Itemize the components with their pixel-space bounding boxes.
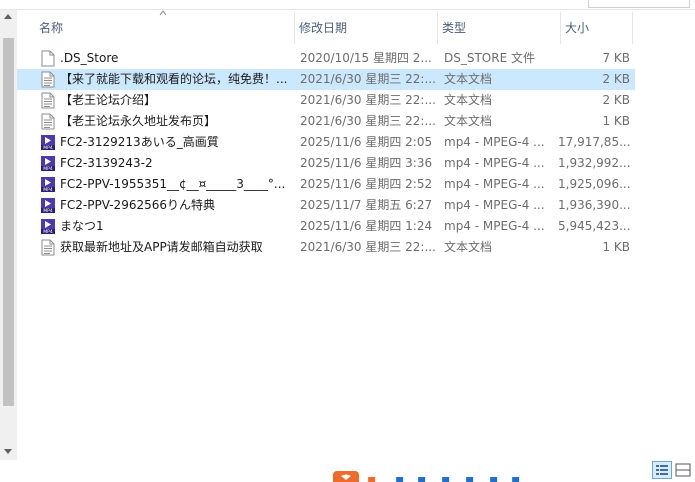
svg-text:▪: ▪ [367,472,377,482]
file-row[interactable]: 【老王论坛永久地址发布页】 2021/6/30 星期三 22:... 文本文档 1 K… [17,111,635,132]
vertical-scrollbar[interactable] [0,10,17,460]
file-type: 文本文档 [444,114,493,128]
address-bar-fragment[interactable] [30,0,550,3]
file-type: mp4 - MPEG-4 ... [444,198,545,212]
file-date: 2021/6/30 星期三 22:... [300,72,436,86]
file-name: 【来了就能下载和观看的论坛，纯免费！... [60,72,288,86]
file-size: 1 KB [602,240,630,254]
scroll-up-arrow-icon[interactable] [4,14,12,19]
file-type: mp4 - MPEG-4 ... [444,135,545,149]
file-name: FC2-PPV-2962566りん特典 [60,198,215,212]
file-date: 2025/11/7 星期五 6:27 [300,198,433,212]
svg-text:MP4: MP4 [43,229,53,235]
file-row[interactable]: .DS_Store 2020/10/15 星期四 2... DS_STORE 文件 7… [17,48,635,69]
file-type: mp4 - MPEG-4 ... [444,177,545,191]
file-date: 2025/11/6 星期四 2:52 [300,177,433,191]
file-row[interactable]: MP4 FC2-PPV-2962566りん特典 2025/11/7 星期五 6:27… [17,195,635,216]
svg-text:MP4: MP4 [43,187,53,193]
file-name: FC2-3129213あいる_高画質 [60,135,219,149]
details-view-icon [656,465,668,475]
svg-text:MP4: MP4 [43,145,53,151]
file-size: 1 KB [602,114,630,128]
file-row[interactable]: MP4 まなつ1 2025/11/6 星期四 1:24 mp4 - MPEG-4 ..… [17,216,635,237]
column-header-name[interactable]: 名称 [35,12,295,44]
scrollbar-thumb[interactable] [3,38,14,406]
column-header-type-label: 类型 [442,21,467,35]
file-type: 文本文档 [444,240,493,254]
top-toolbar-strip [0,0,695,10]
file-date: 2025/11/6 星期四 2:05 [300,135,433,149]
file-size: 1,932,992... [558,156,630,170]
file-date: 2025/11/6 星期四 3:36 [300,156,433,170]
file-name: FC2-PPV-1955351__¢__¤_____3____°... [60,177,286,191]
svg-text:▪: ▪ [417,472,427,482]
file-type: DS_STORE 文件 [444,51,535,65]
file-size: 17,917,85... [558,135,630,149]
mp4-file-icon: MP4 [40,197,56,214]
mp4-file-icon: MP4 [40,134,56,151]
file-name: 【老王论坛介绍】 [60,93,157,107]
file-row[interactable]: MP4 FC2-3129213あいる_高画質 2025/11/6 星期四 2:05 m… [17,132,635,153]
mp4-file-icon: MP4 [40,155,56,172]
file-row[interactable]: 【老王论坛介绍】 2021/6/30 星期三 22:... 文本文档 2 KB [17,90,635,111]
file-type: 文本文档 [444,72,493,86]
scroll-down-arrow-icon[interactable] [4,449,12,454]
text-file-icon [40,71,56,88]
file-date: 2021/6/30 星期三 22:... [300,114,436,128]
blank-file-icon [40,50,56,67]
svg-text:▪: ▪ [489,472,499,482]
file-size: 5,945,423... [558,219,630,233]
file-size: 2 KB [602,72,630,86]
svg-text:▪: ▪ [511,472,521,482]
svg-text:▪: ▪ [441,472,451,482]
watermark-logo: ▪ ▪ ▪ ▪ ▪ ▪ ▪ [333,468,533,482]
text-file-icon [40,113,56,130]
file-row[interactable]: 【来了就能下载和观看的论坛，纯免费！... 2021/6/30 星期三 22:..… [17,69,635,90]
file-size: 7 KB [602,51,630,65]
large-icons-view-icon [675,463,691,477]
file-size: 1,925,096... [558,177,630,191]
file-name: FC2-3139243-2 [60,156,153,170]
file-type: 文本文档 [444,93,493,107]
file-type: mp4 - MPEG-4 ... [444,219,545,233]
file-date: 2021/6/30 星期三 22:... [300,93,436,107]
file-row[interactable]: MP4 FC2-3139243-2 2025/11/6 星期四 3:36 mp4 - … [17,153,635,174]
svg-text:▪: ▪ [395,472,405,482]
text-file-icon [40,92,56,109]
svg-text:▪: ▪ [465,472,475,482]
file-name: まなつ1 [60,219,104,233]
file-name: 【老王论坛永久地址发布页】 [60,114,217,128]
large-icons-view-button[interactable] [673,461,693,479]
svg-text:MP4: MP4 [43,208,53,214]
text-file-icon [40,239,56,256]
file-size: 2 KB [602,93,630,107]
file-date: 2020/10/15 星期四 2... [300,51,432,65]
file-date: 2021/6/30 星期三 22:... [300,240,436,254]
details-view-button[interactable] [652,461,672,479]
svg-text:MP4: MP4 [43,166,53,172]
search-box-fragment[interactable] [588,0,690,8]
column-header-size[interactable]: 大小 [561,12,633,44]
mp4-file-icon: MP4 [40,218,56,235]
file-type: mp4 - MPEG-4 ... [444,156,545,170]
file-date: 2025/11/6 星期四 1:24 [300,219,433,233]
file-size: 1,936,390... [558,198,630,212]
file-name: 获取最新地址及APP请发邮箱自动获取 [60,240,263,254]
file-row[interactable]: MP4 FC2-PPV-1955351__¢__¤_____3____°... 20… [17,174,635,195]
mp4-file-icon: MP4 [40,176,56,193]
file-row[interactable]: 获取最新地址及APP请发邮箱自动获取 2021/6/30 星期三 22:... 文本… [17,237,635,258]
column-header-size-label: 大小 [565,21,590,35]
column-header-row: 名称 修改日期 类型 大小 [17,10,695,44]
column-header-name-label: 名称 [39,21,64,35]
column-header-date[interactable]: 修改日期 [295,12,438,44]
column-header-date-label: 修改日期 [299,21,348,35]
file-name: .DS_Store [60,51,119,65]
column-header-type[interactable]: 类型 [438,12,561,44]
